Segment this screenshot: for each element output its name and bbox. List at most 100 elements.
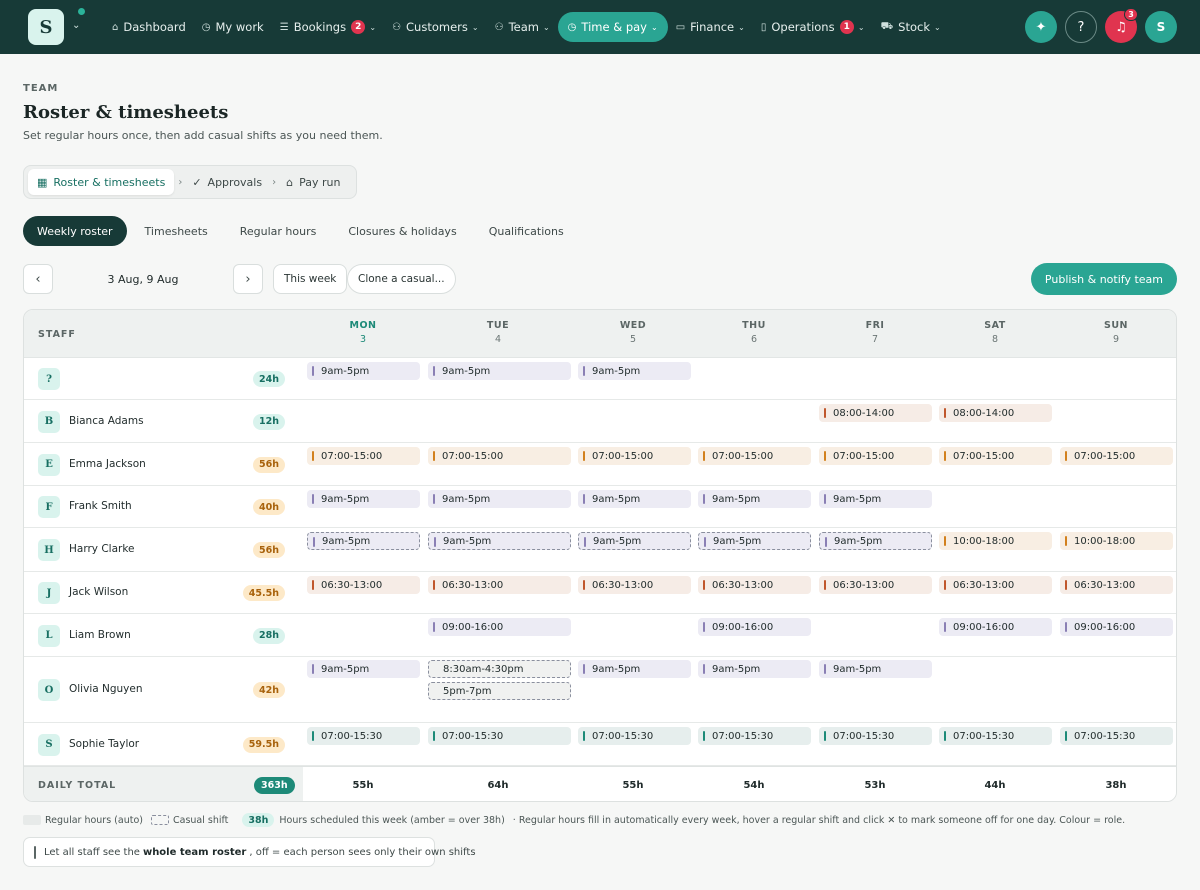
regular-shift[interactable]: 9am-5pm — [428, 362, 571, 380]
nav-item-team[interactable]: ⚇ Team ⌄ — [487, 12, 558, 42]
staff-name[interactable]: Sophie Taylor — [69, 738, 139, 750]
casual-shift[interactable]: 8:30am-4:30pm — [428, 660, 571, 678]
regular-shift[interactable]: 06:30-13:00 — [1060, 576, 1173, 594]
regular-shift[interactable]: 9am-5pm — [578, 660, 691, 678]
casual-shift[interactable]: 5pm-7pm — [428, 682, 571, 700]
regular-shift[interactable]: 06:30-13:00 — [428, 576, 571, 594]
regular-shift[interactable]: 10:00-18:00 — [939, 532, 1052, 550]
nav-item-operations[interactable]: ▯ Operations 1 ⌄ — [753, 12, 873, 42]
regular-shift[interactable]: 9am-5pm — [307, 362, 420, 380]
tab-closures-holidays[interactable]: Closures & holidays — [334, 216, 470, 246]
tab-weekly-roster[interactable]: Weekly roster — [23, 216, 127, 246]
regular-shift[interactable]: 07:00-15:30 — [939, 727, 1052, 745]
nav-item-dashboard[interactable]: ⌂ Dashboard — [104, 12, 194, 42]
previous-week-button[interactable]: ‹ — [23, 264, 53, 294]
regular-hours-swatch — [23, 815, 41, 825]
regular-shift[interactable]: 06:30-13:00 — [819, 576, 932, 594]
staff-name[interactable]: Liam Brown — [69, 629, 131, 641]
regular-shift[interactable]: 10:00-18:00 — [1060, 532, 1173, 550]
regular-shift[interactable]: 9am-5pm — [698, 660, 811, 678]
nav-item-bookings[interactable]: ☰ Bookings 2 ⌄ — [272, 12, 384, 42]
tab-timesheets[interactable]: Timesheets — [131, 216, 222, 246]
nav-item-finance[interactable]: ▭ Finance ⌄ — [668, 12, 753, 42]
regular-shift[interactable]: 09:00-16:00 — [428, 618, 571, 636]
step-pay-run[interactable]: ⌂ Pay run — [280, 169, 346, 195]
regular-shift[interactable]: 07:00-15:30 — [819, 727, 932, 745]
regular-shift[interactable]: 9am-5pm — [819, 490, 932, 508]
this-week-button[interactable]: This week — [273, 264, 348, 294]
visibility-checkbox[interactable] — [34, 845, 36, 859]
ai-assistant-sparkle-icon[interactable]: ✦ — [1025, 11, 1057, 43]
day-header-mon: MON 3 — [303, 320, 423, 345]
tab-qualifications[interactable]: Qualifications — [475, 216, 578, 246]
regular-shift[interactable]: 9am-5pm — [307, 490, 420, 508]
nav-item-my-work[interactable]: ◷ My work — [194, 12, 272, 42]
casual-shift[interactable]: 9am-5pm — [819, 532, 932, 550]
regular-shift[interactable]: 09:00-16:00 — [1060, 618, 1173, 636]
weekly-hours-badge: 45.5h — [242, 585, 285, 601]
staff-name[interactable]: Frank Smith — [69, 500, 132, 512]
regular-shift[interactable]: 9am-5pm — [819, 660, 932, 678]
casual-shift[interactable]: 9am-5pm — [578, 532, 691, 550]
regular-shift[interactable]: 06:30-13:00 — [939, 576, 1052, 594]
regular-shift[interactable]: 07:00-15:30 — [578, 727, 691, 745]
workspace-logo[interactable]: S — [28, 9, 64, 45]
regular-shift[interactable]: 9am-5pm — [698, 490, 811, 508]
regular-shift[interactable]: 07:00-15:30 — [1060, 727, 1173, 745]
next-week-button[interactable]: › — [233, 264, 263, 294]
staff-name[interactable]: Bianca Adams — [69, 415, 144, 427]
roster-tabs: Weekly roster Timesheets Regular hours Clos… — [23, 216, 582, 246]
user-avatar[interactable]: S — [1145, 11, 1177, 43]
regular-shift[interactable]: 07:00-15:00 — [939, 447, 1052, 465]
regular-shift[interactable]: 07:00-15:00 — [698, 447, 811, 465]
staff-name[interactable]: Jack Wilson — [69, 586, 128, 598]
staff-name[interactable]: Emma Jackson — [69, 458, 146, 470]
casual-shift[interactable]: 9am-5pm — [698, 532, 811, 550]
tab-regular-hours[interactable]: Regular hours — [226, 216, 331, 246]
publish-notify-button[interactable]: Publish & notify team — [1030, 263, 1177, 295]
daily-total-wed: 55h — [622, 780, 644, 791]
roster-visibility-toggle[interactable]: Let all staff see the whole team roster … — [23, 837, 476, 867]
nav-item-label: My work — [215, 20, 264, 34]
staff-name[interactable]: Olivia Nguyen — [69, 683, 143, 695]
regular-shift[interactable]: 07:00-15:30 — [698, 727, 811, 745]
nav-item-label: Bookings — [293, 20, 347, 34]
regular-shift[interactable]: 08:00-14:00 — [939, 404, 1052, 422]
step-approvals[interactable]: ✓ Approvals — [186, 169, 268, 195]
regular-shift[interactable]: 07:00-15:00 — [578, 447, 691, 465]
regular-shift[interactable]: 07:00-15:00 — [819, 447, 932, 465]
regular-shift[interactable]: 9am-5pm — [428, 490, 571, 508]
regular-shift[interactable]: 06:30-13:00 — [307, 576, 420, 594]
regular-shift[interactable]: 06:30-13:00 — [698, 576, 811, 594]
nav-item-customers[interactable]: ⚇ Customers ⌄ — [384, 12, 487, 42]
clone-casual-button[interactable]: Clone a casual... — [347, 264, 456, 294]
regular-shift[interactable]: 09:00-16:00 — [698, 618, 811, 636]
weekly-hours-badge: 28h — [253, 627, 285, 644]
weekly-hours-badge: 56h — [253, 456, 285, 473]
regular-shift[interactable]: 06:30-13:00 — [578, 576, 691, 594]
step-roster-timesheets[interactable]: ▦ Roster & timesheets — [28, 169, 175, 195]
regular-shift[interactable]: 09:00-16:00 — [939, 618, 1052, 636]
daily-total-thu: 54h — [743, 780, 765, 791]
clock-icon: ◷ — [567, 21, 577, 33]
regular-shift[interactable]: 9am-5pm — [307, 660, 420, 678]
help-icon[interactable]: ? — [1065, 11, 1097, 43]
casual-shift[interactable]: 9am-5pm — [428, 532, 571, 550]
regular-shift[interactable]: 08:00-14:00 — [819, 404, 932, 422]
workspace-switcher-chevron-icon[interactable]: ⌄ — [72, 20, 80, 31]
nav-item-time-pay[interactable]: ◷ Time & pay ⌄ — [557, 12, 668, 42]
nav-item-stock[interactable]: ⛟ Stock ⌄ — [873, 12, 949, 42]
casual-shift[interactable]: 9am-5pm — [307, 532, 420, 550]
regular-shift[interactable]: 07:00-15:00 — [428, 447, 571, 465]
regular-shift[interactable]: 9am-5pm — [578, 490, 691, 508]
roster-legend: Regular hours (auto) Casual shift 38h Ho… — [23, 812, 1125, 828]
visibility-bold: whole team roster — [142, 846, 247, 858]
regular-shift[interactable]: 07:00-15:30 — [428, 727, 571, 745]
staff-name[interactable]: Harry Clarke — [69, 543, 135, 555]
regular-shift[interactable]: 07:00-15:00 — [1060, 447, 1173, 465]
weekly-total-badge: 363h — [254, 777, 295, 794]
regular-shift[interactable]: 07:00-15:00 — [307, 447, 420, 465]
regular-shift[interactable]: 9am-5pm — [578, 362, 691, 380]
regular-shift[interactable]: 07:00-15:30 — [307, 727, 420, 745]
day-name: WED — [619, 320, 647, 331]
